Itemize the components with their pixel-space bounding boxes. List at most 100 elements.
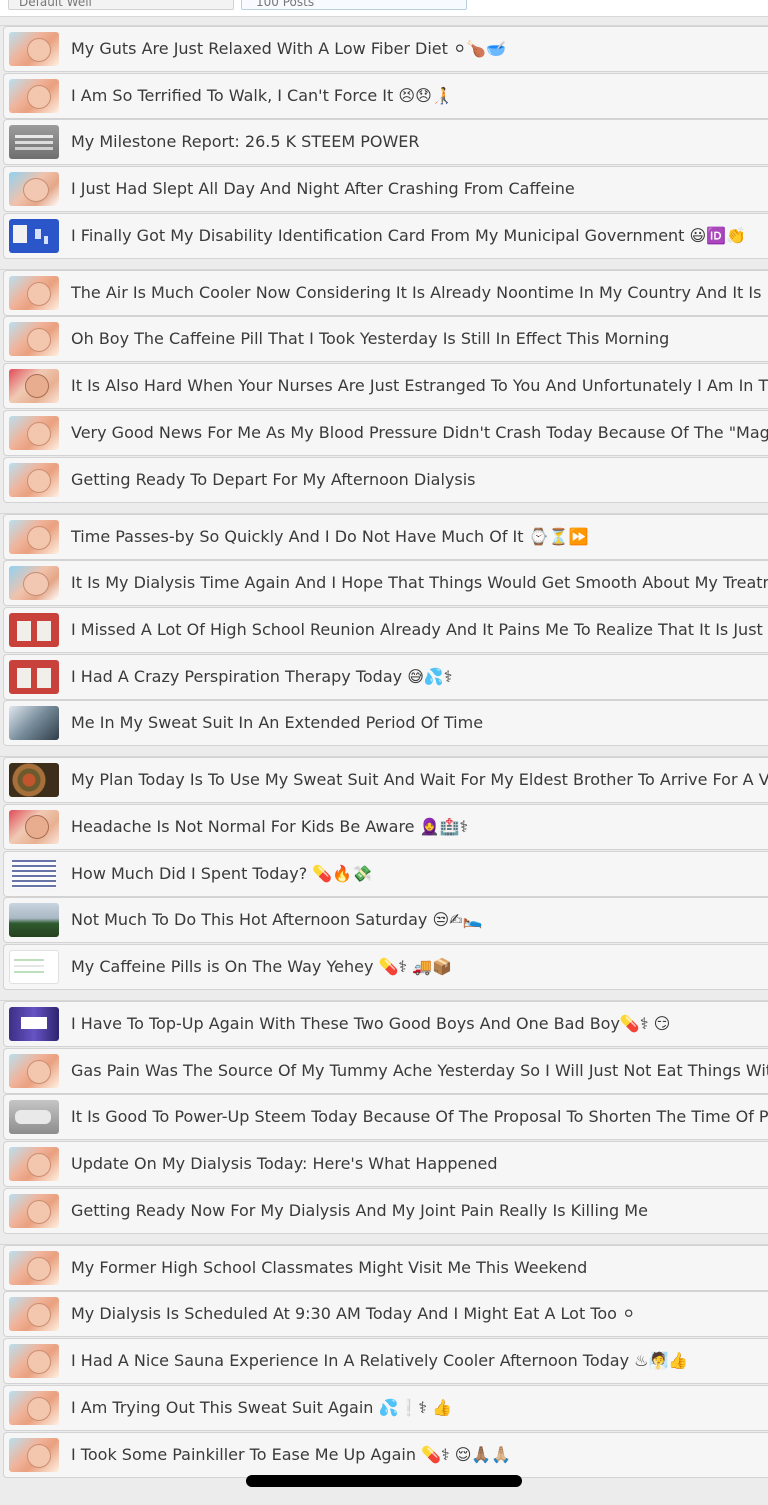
post-thumbnail[interactable] [9,1250,59,1285]
post-title-link[interactable]: Time Passes-by So Quickly And I Do Not H… [71,515,588,559]
post-title-link[interactable]: I Finally Got My Disability Identificati… [71,214,746,258]
post-thumbnail[interactable] [9,763,59,798]
post-row[interactable]: I Have To Top-Up Again With These Two Go… [3,1001,768,1047]
post-group: My Former High School Classmates Might V… [0,1243,768,1478]
post-row[interactable]: Update On My Dialysis Today: Here's What… [3,1141,768,1188]
post-row[interactable]: How Much Did I Spent Today? 💊🔥💸 [3,850,768,897]
post-title-link[interactable]: I Had A Crazy Perspiration Therapy Today… [71,655,452,699]
post-title-link[interactable]: Headache Is Not Normal For Kids Be Aware… [71,805,468,849]
post-thumbnail[interactable] [9,1053,59,1088]
post-thumbnail[interactable] [9,519,59,554]
post-thumbnail[interactable] [9,1344,59,1379]
post-title-link[interactable]: Update On My Dialysis Today: Here's What… [71,1142,498,1186]
post-title-link[interactable]: Very Good News For Me As My Blood Pressu… [71,411,768,455]
post-thumbnail[interactable] [9,78,59,113]
post-row[interactable]: My Milestone Report: 26.5 K STEEM POWER [3,119,768,166]
post-row[interactable]: It Is Good To Power-Up Steem Today Becau… [3,1094,768,1141]
post-group: My Guts Are Just Relaxed With A Low Fibe… [0,25,768,259]
post-title-link[interactable]: My Caffeine Pills is On The Way Yehey 💊⚕… [71,945,452,989]
post-thumbnail[interactable] [9,275,59,310]
top-toolbar: Default Well 100 Posts [0,0,768,17]
post-title-link[interactable]: I Have To Top-Up Again With These Two Go… [71,1002,670,1046]
post-row[interactable]: My Plan Today Is To Use My Sweat Suit An… [3,757,768,804]
post-row[interactable]: I Had A Nice Sauna Experience In A Relat… [3,1338,768,1385]
post-thumbnail[interactable] [9,659,59,694]
post-thumbnail[interactable] [9,218,59,253]
post-row[interactable]: My Caffeine Pills is On The Way Yehey 💊⚕… [3,944,768,990]
post-title-link[interactable]: Getting Ready Now For My Dialysis And My… [71,1189,648,1233]
post-title-link[interactable]: I Had A Nice Sauna Experience In A Relat… [71,1339,688,1383]
post-group: My Plan Today Is To Use My Sweat Suit An… [0,756,768,990]
post-row[interactable]: Time Passes-by So Quickly And I Do Not H… [3,513,768,560]
post-count-select[interactable]: 100 Posts [241,0,467,10]
post-title-link[interactable]: I Am So Terrified To Walk, I Can't Force… [71,74,452,118]
post-row[interactable]: I Took Some Painkiller To Ease Me Up Aga… [3,1431,768,1478]
post-title-link[interactable]: The Air Is Much Cooler Now Considering I… [71,271,768,315]
post-title-link[interactable]: I Missed A Lot Of High School Reunion Al… [71,608,768,652]
post-row[interactable]: I Missed A Lot Of High School Reunion Al… [3,606,768,653]
post-title-link[interactable]: Oh Boy The Caffeine Pill That I Took Yes… [71,317,669,361]
post-title-link[interactable]: How Much Did I Spent Today? 💊🔥💸 [71,852,372,896]
post-title-link[interactable]: Me In My Sweat Suit In An Extended Perio… [71,701,483,745]
post-group: Time Passes-by So Quickly And I Do Not H… [0,512,768,747]
post-thumbnail[interactable] [9,856,59,891]
post-row[interactable]: I Am So Terrified To Walk, I Can't Force… [3,72,768,119]
post-thumbnail[interactable] [9,706,59,741]
post-row[interactable]: Very Good News For Me As My Blood Pressu… [3,409,768,456]
post-thumbnail[interactable] [9,1390,59,1425]
home-indicator[interactable] [246,1475,522,1487]
post-row[interactable]: My Former High School Classmates Might V… [3,1244,768,1291]
post-row[interactable]: Not Much To Do This Hot Afternoon Saturd… [3,897,768,944]
post-title-link[interactable]: I Am Trying Out This Sweat Suit Again 💦❕… [71,1386,452,1430]
post-row[interactable]: Oh Boy The Caffeine Pill That I Took Yes… [3,316,768,363]
post-thumbnail[interactable] [9,566,59,601]
post-row[interactable]: I Am Trying Out This Sweat Suit Again 💦❕… [3,1384,768,1431]
post-title-link[interactable]: Gas Pain Was The Source Of My Tummy Ache… [71,1049,768,1093]
post-row[interactable]: It Is Also Hard When Your Nurses Are Jus… [3,363,768,410]
post-thumbnail[interactable] [9,1007,59,1041]
post-title-link[interactable]: It Is Also Hard When Your Nurses Are Jus… [71,364,768,408]
post-title-link[interactable]: It Is Good To Power-Up Steem Today Becau… [71,1095,768,1139]
post-row[interactable]: Headache Is Not Normal For Kids Be Aware… [3,803,768,850]
post-title-link[interactable]: My Dialysis Is Scheduled At 9:30 AM Toda… [71,1292,635,1336]
post-thumbnail[interactable] [9,125,59,160]
post-row[interactable]: Me In My Sweat Suit In An Extended Perio… [3,700,768,747]
post-row[interactable]: My Dialysis Is Scheduled At 9:30 AM Toda… [3,1291,768,1338]
post-row[interactable]: It Is My Dialysis Time Again And I Hope … [3,560,768,607]
post-thumbnail[interactable] [9,1100,59,1135]
post-row[interactable]: Getting Ready To Depart For My Afternoon… [3,456,768,503]
post-title-link[interactable]: Getting Ready To Depart For My Afternoon… [71,458,476,502]
post-thumbnail[interactable] [9,172,59,207]
post-thumbnail[interactable] [9,1297,59,1332]
post-title-link[interactable]: My Former High School Classmates Might V… [71,1246,587,1290]
post-row[interactable]: I Had A Crazy Perspiration Therapy Today… [3,653,768,700]
post-title-link[interactable]: I Just Had Slept All Day And Night After… [71,167,575,211]
post-title-link[interactable]: My Guts Are Just Relaxed With A Low Fibe… [71,27,506,71]
sort-select[interactable]: Default Well [8,0,234,10]
post-row[interactable]: I Just Had Slept All Day And Night After… [3,166,768,213]
post-thumbnail[interactable] [9,369,59,404]
post-title-link[interactable]: It Is My Dialysis Time Again And I Hope … [71,561,768,605]
post-thumbnail[interactable] [9,950,59,984]
post-thumbnail[interactable] [9,903,59,938]
post-thumbnail[interactable] [9,462,59,497]
post-thumbnail[interactable] [9,32,59,66]
post-thumbnail[interactable] [9,809,59,844]
post-row[interactable]: The Air Is Much Cooler Now Considering I… [3,269,768,316]
post-thumbnail[interactable] [9,415,59,450]
post-title-link[interactable]: Not Much To Do This Hot Afternoon Saturd… [71,898,482,942]
post-thumbnail[interactable] [9,612,59,647]
post-thumbnail[interactable] [9,1437,59,1472]
post-title-link[interactable]: My Plan Today Is To Use My Sweat Suit An… [71,758,768,802]
post-row[interactable]: I Finally Got My Disability Identificati… [3,212,768,259]
post-group: I Have To Top-Up Again With These Two Go… [0,1000,768,1234]
post-row[interactable]: Gas Pain Was The Source Of My Tummy Ache… [3,1047,768,1094]
post-thumbnail[interactable] [9,1193,59,1228]
post-title-link[interactable]: I Took Some Painkiller To Ease Me Up Aga… [71,1433,511,1477]
post-row[interactable]: My Guts Are Just Relaxed With A Low Fibe… [3,26,768,72]
post-row[interactable]: Getting Ready Now For My Dialysis And My… [3,1187,768,1234]
post-group: The Air Is Much Cooler Now Considering I… [0,268,768,503]
post-thumbnail[interactable] [9,322,59,357]
post-thumbnail[interactable] [9,1147,59,1182]
post-title-link[interactable]: My Milestone Report: 26.5 K STEEM POWER [71,120,420,164]
